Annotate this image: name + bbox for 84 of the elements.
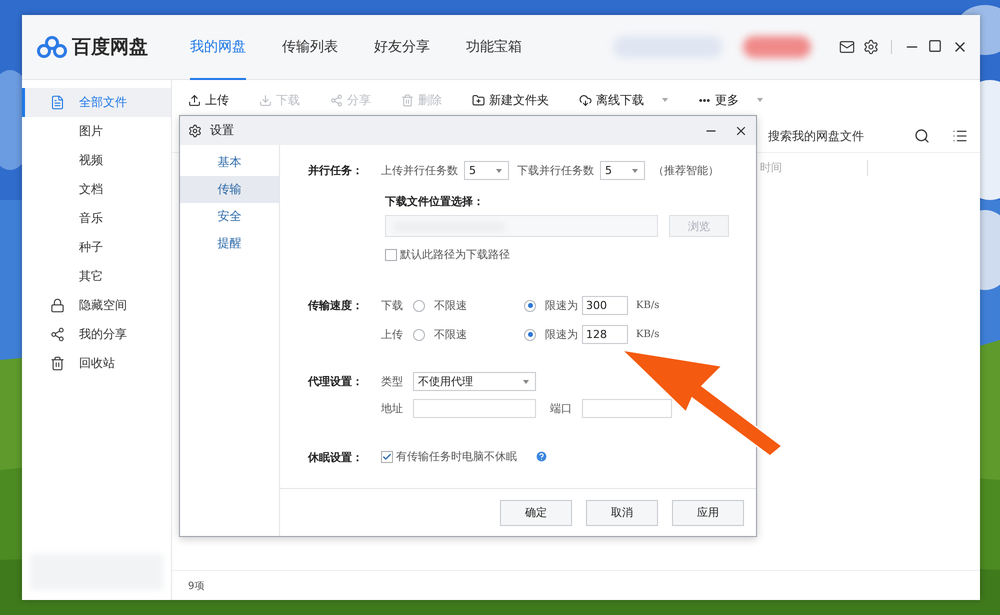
hint-text: （推荐智能） [653, 163, 719, 178]
radio-label: 不限速 [434, 298, 467, 313]
search-icon[interactable] [914, 128, 930, 144]
caret-icon[interactable] [662, 98, 668, 102]
blurred-area [743, 36, 811, 58]
checkbox-label: 默认此路径为下载路径 [400, 247, 510, 262]
settings-nav-item[interactable]: 安全 [180, 203, 279, 230]
upload-count-select[interactable]: 5 [464, 161, 509, 180]
sidebar-item[interactable]: 我的分享 [22, 320, 171, 349]
app-name: 百度网盘 [72, 35, 148, 60]
nav-tab[interactable]: 我的网盘 [190, 14, 246, 80]
section-label: 并行任务： [308, 163, 364, 179]
trash-icon [401, 94, 414, 106]
nav-tab[interactable]: 功能宝箱 [466, 14, 522, 80]
nav-tab[interactable]: 好友分享 [374, 14, 430, 80]
document-icon [50, 95, 65, 110]
field-label: 下载 [381, 298, 404, 313]
settings-nav-item[interactable]: 提醒 [180, 230, 279, 257]
help-icon[interactable] [535, 450, 548, 463]
sidebar-item[interactable]: 种子 [22, 233, 171, 262]
toolbar-button[interactable]: 离线下载 [579, 92, 668, 108]
toolbar-button[interactable]: 更多 [698, 92, 763, 108]
toolbar-button[interactable]: 新建文件夹 [472, 92, 549, 108]
field-label: 下载文件位置选择： [384, 194, 485, 209]
radio-button[interactable] [413, 300, 425, 312]
share-icon [50, 327, 65, 342]
section-label: 休眠设置： [308, 450, 364, 465]
address-field[interactable] [413, 399, 536, 418]
mail-icon[interactable] [839, 39, 855, 55]
settings-nav-item[interactable]: 基本 [180, 149, 279, 176]
nav-tab[interactable]: 传输列表 [282, 14, 338, 80]
sidebar-item[interactable]: 隐藏空间 [22, 291, 171, 320]
folder-plus-icon [472, 94, 485, 106]
proxy-type-select[interactable]: 不使用代理 [413, 372, 536, 391]
sidebar-item[interactable]: 图片 [22, 117, 171, 146]
unit-label: KB/s [636, 329, 660, 340]
logo-icon [36, 36, 68, 58]
checkbox-label: 有传输任务时电脑不休眠 [396, 449, 517, 464]
upload-icon [188, 94, 201, 106]
toolbar-button[interactable]: 上传 [188, 92, 229, 108]
radio-button[interactable] [524, 300, 536, 312]
sidebar-item[interactable]: 视频 [22, 146, 171, 175]
maximize-icon[interactable] [928, 39, 942, 53]
radio-label: 限速为 [545, 298, 578, 313]
settings-nav-item[interactable]: 传输 [180, 176, 279, 203]
radio-label: 不限速 [434, 327, 467, 342]
radio-label: 限速为 [545, 327, 578, 342]
dialog-button[interactable]: 确定 [500, 500, 572, 526]
status-bar: 9项 [172, 570, 980, 600]
dialog-title: 设置 [210, 122, 234, 139]
unit-label: KB/s [636, 300, 660, 311]
radio-button[interactable] [524, 328, 536, 340]
settings-icon[interactable] [863, 39, 879, 55]
trash-icon [50, 356, 65, 371]
section-label: 传输速度： [308, 298, 364, 314]
search-field[interactable]: 搜索我的网盘文件 [768, 129, 878, 143]
field-label: 上传 [381, 327, 404, 342]
speed-input[interactable]: 128 [582, 325, 628, 344]
caret-icon[interactable] [757, 98, 763, 102]
sidebar-item[interactable]: 全部文件 [22, 88, 171, 117]
radio-button[interactable] [413, 328, 425, 340]
download-count-select[interactable]: 5 [600, 161, 645, 180]
sidebar-item[interactable]: 音乐 [22, 204, 171, 233]
port-field[interactable] [582, 399, 672, 418]
field-label: 上传并行任务数 [381, 163, 458, 178]
checkbox[interactable] [385, 248, 397, 260]
sidebar-item[interactable]: 其它 [22, 262, 171, 291]
cloud-download-icon [579, 94, 592, 106]
settings-icon [188, 124, 202, 138]
field-label: 下载并行任务数 [517, 163, 594, 178]
dialog-button[interactable]: 应用 [672, 500, 744, 526]
field-label: 端口 [550, 401, 572, 416]
share-icon [330, 94, 343, 106]
download-icon [259, 94, 272, 106]
field-label: 类型 [381, 374, 403, 389]
sidebar-item[interactable]: 文档 [22, 175, 171, 204]
speed-input[interactable]: 300 [582, 296, 628, 315]
sidebar-item[interactable]: 回收站 [22, 349, 171, 378]
dialog-button[interactable]: 取消 [586, 500, 658, 526]
checkbox[interactable] [381, 450, 393, 462]
field-label: 地址 [381, 401, 403, 416]
section-label: 代理设置： [308, 374, 364, 390]
path-field[interactable] [385, 215, 658, 237]
lock-icon [50, 298, 65, 313]
